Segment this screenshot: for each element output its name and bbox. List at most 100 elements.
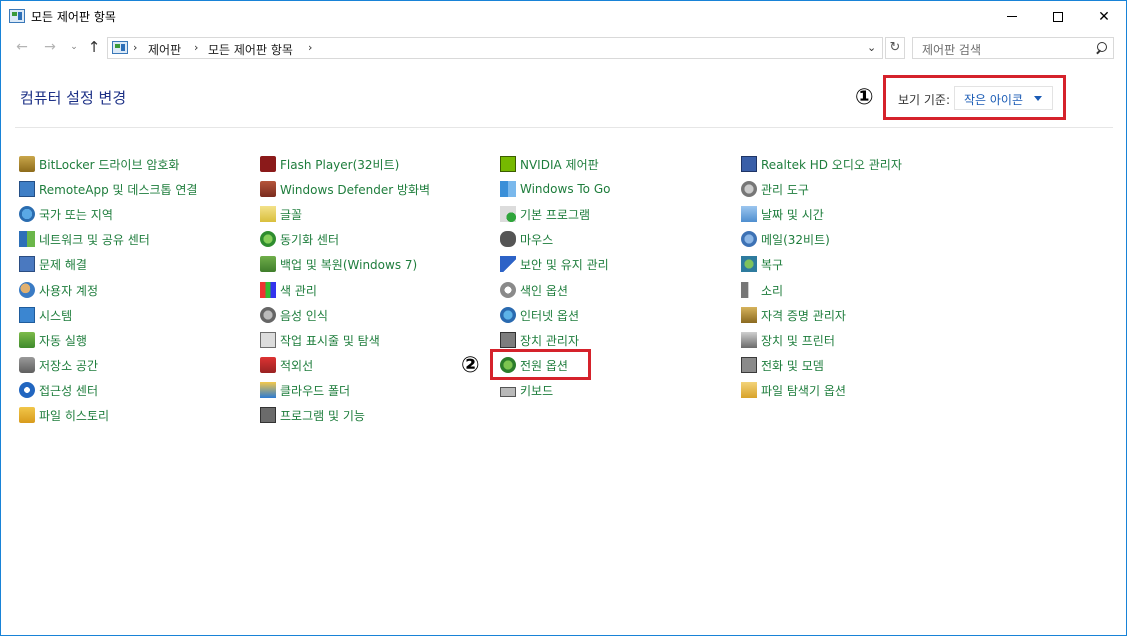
refresh-button[interactable]: ↻: [885, 37, 905, 59]
control-panel-item-label[interactable]: Realtek HD 오디오 관리자: [761, 156, 902, 173]
control-panel-item[interactable]: 마우스: [500, 229, 553, 249]
control-panel-item[interactable]: 적외선: [260, 355, 313, 375]
control-panel-item-label[interactable]: RemoteApp 및 데스크톱 연결: [39, 181, 197, 198]
control-panel-item-label[interactable]: 인터넷 옵션: [520, 307, 579, 324]
up-button[interactable]: ↑: [85, 38, 103, 56]
control-panel-item-label[interactable]: 네트워크 및 공유 센터: [39, 231, 150, 248]
breadcrumb-separator[interactable]: ›: [308, 41, 312, 54]
control-panel-item[interactable]: 메일(32비트): [741, 229, 830, 249]
recent-locations-dropdown[interactable]: ⌄: [65, 38, 83, 56]
control-panel-item-label[interactable]: 기본 프로그램: [520, 206, 590, 223]
control-panel-item[interactable]: 관리 도구: [741, 179, 809, 199]
control-panel-item[interactable]: NVIDIA 제어판: [500, 154, 599, 174]
control-panel-item-label[interactable]: 백업 및 복원(Windows 7): [280, 256, 417, 273]
control-panel-item[interactable]: 사용자 계정: [19, 280, 98, 300]
control-panel-item[interactable]: 장치 관리자: [500, 330, 579, 350]
control-panel-item[interactable]: Realtek HD 오디오 관리자: [741, 154, 902, 174]
control-panel-item[interactable]: 색 관리: [260, 280, 317, 300]
control-panel-item-label[interactable]: 시스템: [39, 307, 72, 324]
control-panel-item[interactable]: 복구: [741, 254, 783, 274]
control-panel-item[interactable]: 시스템: [19, 305, 72, 325]
control-panel-item-label[interactable]: Windows Defender 방화벽: [280, 181, 430, 198]
control-panel-item-label[interactable]: 키보드: [520, 382, 553, 399]
control-panel-item-label[interactable]: 클라우드 폴더: [280, 382, 350, 399]
control-panel-item[interactable]: 문제 해결: [19, 254, 87, 274]
control-panel-item[interactable]: 저장소 공간: [19, 355, 98, 375]
forward-button[interactable]: →: [41, 38, 59, 56]
control-panel-item-label[interactable]: Windows To Go: [520, 182, 610, 196]
control-panel-item[interactable]: 작업 표시줄 및 탐색: [260, 330, 380, 350]
control-panel-item-label[interactable]: 자격 증명 관리자: [761, 307, 846, 324]
control-panel-item[interactable]: 키보드: [500, 380, 553, 400]
control-panel-item[interactable]: 접근성 센터: [19, 380, 98, 400]
control-panel-item[interactable]: 음성 인식: [260, 305, 328, 325]
control-panel-item-label[interactable]: 동기화 센터: [280, 231, 339, 248]
control-panel-item-label[interactable]: 장치 관리자: [520, 332, 579, 349]
control-panel-item[interactable]: RemoteApp 및 데스크톱 연결: [19, 179, 197, 199]
control-panel-item-label[interactable]: 글꼴: [280, 206, 302, 223]
control-panel-item[interactable]: 파일 히스토리: [19, 405, 109, 425]
back-button[interactable]: ←: [13, 38, 31, 56]
breadcrumb-separator[interactable]: ›: [194, 41, 198, 54]
control-panel-item-label[interactable]: 저장소 공간: [39, 357, 98, 374]
minimize-button[interactable]: [989, 1, 1035, 32]
control-panel-item[interactable]: 장치 및 프린터: [741, 330, 835, 350]
breadcrumb-separator[interactable]: ›: [133, 41, 137, 54]
control-panel-item[interactable]: 인터넷 옵션: [500, 305, 579, 325]
control-panel-item-label[interactable]: 장치 및 프린터: [761, 332, 835, 349]
control-panel-item-label[interactable]: NVIDIA 제어판: [520, 156, 599, 173]
control-panel-item[interactable]: 날짜 및 시간: [741, 204, 824, 224]
control-panel-item[interactable]: 프로그램 및 기능: [260, 405, 365, 425]
control-panel-item-label[interactable]: 관리 도구: [761, 181, 809, 198]
control-panel-item-label[interactable]: 음성 인식: [280, 307, 328, 324]
control-panel-item[interactable]: BitLocker 드라이브 암호화: [19, 154, 179, 174]
control-panel-item[interactable]: 백업 및 복원(Windows 7): [260, 254, 417, 274]
control-panel-item[interactable]: 글꼴: [260, 204, 302, 224]
control-panel-item-label[interactable]: 사용자 계정: [39, 282, 98, 299]
control-panel-item-label[interactable]: 파일 히스토리: [39, 407, 109, 424]
control-panel-item-label[interactable]: 복구: [761, 256, 783, 273]
close-button[interactable]: ✕: [1081, 1, 1127, 32]
control-panel-item[interactable]: 소리: [741, 280, 783, 300]
address-bar[interactable]: › 제어판 › 모든 제어판 항목 › ⌄: [107, 37, 883, 59]
control-panel-item[interactable]: 국가 또는 지역: [19, 204, 113, 224]
control-panel-item-label[interactable]: Flash Player(32비트): [280, 156, 399, 173]
control-panel-item[interactable]: 색인 옵션: [500, 280, 568, 300]
control-panel-item-label[interactable]: 접근성 센터: [39, 382, 98, 399]
control-panel-item-label[interactable]: BitLocker 드라이브 암호화: [39, 156, 179, 173]
control-panel-item[interactable]: Windows Defender 방화벽: [260, 179, 430, 199]
breadcrumb-control-panel[interactable]: 제어판: [148, 41, 181, 58]
control-panel-item-label[interactable]: 프로그램 및 기능: [280, 407, 365, 424]
control-panel-item-label[interactable]: 국가 또는 지역: [39, 206, 113, 223]
breadcrumb-all-items[interactable]: 모든 제어판 항목: [208, 41, 293, 58]
address-dropdown-icon[interactable]: ⌄: [867, 41, 876, 54]
control-panel-item-label[interactable]: 전화 및 모뎀: [761, 357, 824, 374]
control-panel-item[interactable]: 보안 및 유지 관리: [500, 254, 609, 274]
control-panel-item-label[interactable]: 작업 표시줄 및 탐색: [280, 332, 380, 349]
control-panel-item[interactable]: 파일 탐색기 옵션: [741, 380, 846, 400]
control-panel-item[interactable]: 전화 및 모뎀: [741, 355, 824, 375]
control-panel-item[interactable]: 자격 증명 관리자: [741, 305, 846, 325]
control-panel-item-label[interactable]: 색 관리: [280, 282, 317, 299]
search-icon[interactable]: [1095, 42, 1107, 54]
search-input[interactable]: 제어판 검색: [912, 37, 1114, 59]
control-panel-item-label[interactable]: 소리: [761, 282, 783, 299]
control-panel-item-label[interactable]: 색인 옵션: [520, 282, 568, 299]
control-panel-item[interactable]: 클라우드 폴더: [260, 380, 350, 400]
control-panel-item[interactable]: 기본 프로그램: [500, 204, 590, 224]
control-panel-item-label[interactable]: 마우스: [520, 231, 553, 248]
control-panel-item[interactable]: 동기화 센터: [260, 229, 339, 249]
control-panel-item-label[interactable]: 적외선: [280, 357, 313, 374]
control-panel-item-label[interactable]: 파일 탐색기 옵션: [761, 382, 846, 399]
control-panel-item[interactable]: 자동 실행: [19, 330, 87, 350]
control-panel-item-label[interactable]: 자동 실행: [39, 332, 87, 349]
control-panel-item-label[interactable]: 보안 및 유지 관리: [520, 256, 609, 273]
control-panel-item-label[interactable]: 날짜 및 시간: [761, 206, 824, 223]
control-panel-item[interactable]: Flash Player(32비트): [260, 154, 399, 174]
view-by-dropdown[interactable]: 작은 아이콘: [954, 86, 1053, 110]
maximize-button[interactable]: [1035, 1, 1081, 32]
control-panel-item-label[interactable]: 문제 해결: [39, 256, 87, 273]
control-panel-item[interactable]: Windows To Go: [500, 179, 610, 199]
control-panel-item[interactable]: 네트워크 및 공유 센터: [19, 229, 150, 249]
control-panel-item-label[interactable]: 메일(32비트): [761, 231, 830, 248]
